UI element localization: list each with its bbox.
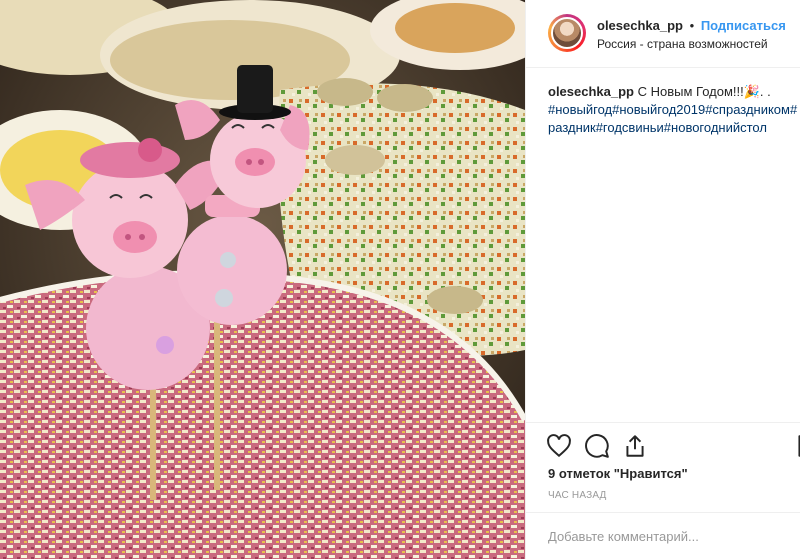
location-link[interactable]: Россия - страна возможностей xyxy=(597,37,768,51)
post-photo[interactable] xyxy=(0,0,525,559)
avatar[interactable] xyxy=(551,17,583,49)
post-timestamp[interactable]: ЧАС НАЗАД xyxy=(548,490,607,501)
heart-icon[interactable] xyxy=(546,433,572,459)
caption-first-line: olesechka_pp С Новым Годом!!!🎉. . xyxy=(548,83,800,101)
post-caption: olesechka_pp С Новым Годом!!!🎉. . #новый… xyxy=(548,83,800,143)
caption-hashtags-line-2[interactable]: раздник#годсвиньи#новогоднийстол xyxy=(548,119,800,137)
header-username-line: olesechka_pp • Подписаться xyxy=(597,18,786,33)
comment-bar xyxy=(526,512,800,559)
comment-icon[interactable] xyxy=(584,433,610,459)
post-actions xyxy=(526,422,800,466)
caption-text: С Новым Годом!!!🎉. . xyxy=(634,84,771,99)
header-username[interactable]: olesechka_pp xyxy=(597,18,683,33)
caption-username[interactable]: olesechka_pp xyxy=(548,84,634,99)
share-icon[interactable] xyxy=(622,433,648,459)
follow-button[interactable]: Подписаться xyxy=(701,18,786,33)
bookmark-icon[interactable] xyxy=(794,433,800,459)
post-sidebar: olesechka_pp • Подписаться Россия - стра… xyxy=(525,0,800,559)
caption-hashtags-line-1[interactable]: #новыйгод#новыйгод2019#спраздником# xyxy=(548,101,800,119)
header-separator: • xyxy=(689,18,695,33)
comment-input[interactable] xyxy=(548,525,788,547)
likes-count[interactable]: 9 отметок "Нравится" xyxy=(548,466,688,481)
avatar-story-ring[interactable] xyxy=(548,14,586,52)
post-header: olesechka_pp • Подписаться Россия - стра… xyxy=(526,0,800,68)
photo-illustration xyxy=(0,0,525,559)
